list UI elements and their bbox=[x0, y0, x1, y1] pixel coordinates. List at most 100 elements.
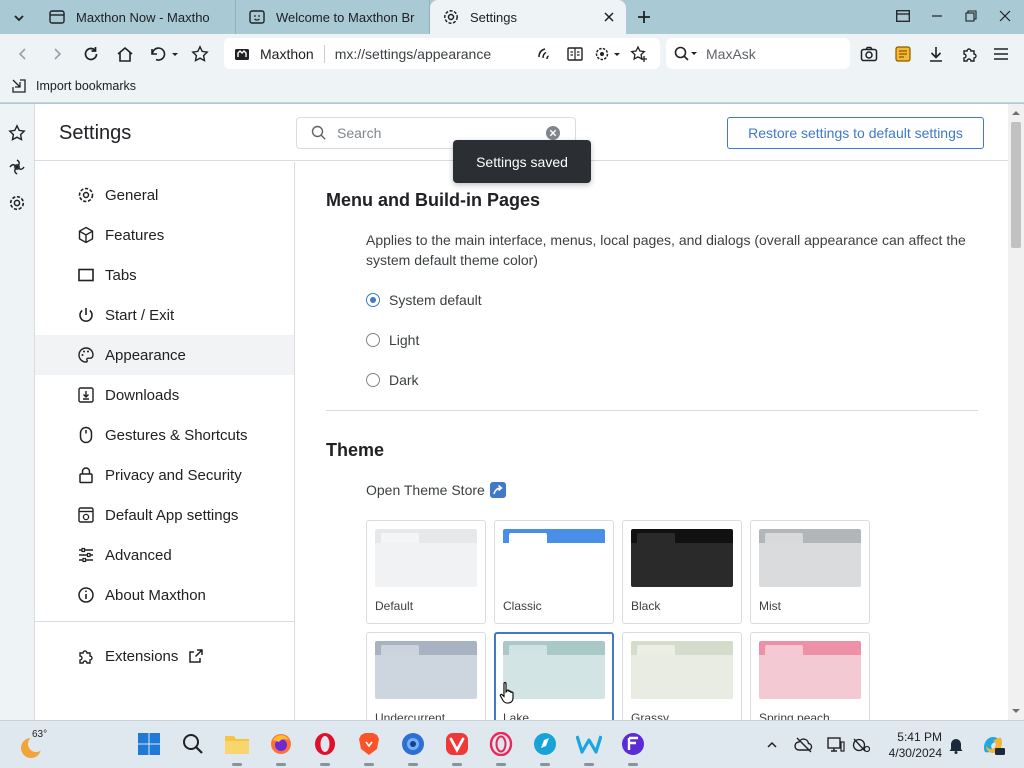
theme-card[interactable]: Classic bbox=[494, 520, 614, 624]
tray-network[interactable] bbox=[851, 735, 871, 755]
nav-item-gestures[interactable]: Gestures & Shortcuts bbox=[35, 415, 294, 455]
nav-item-advanced[interactable]: Advanced bbox=[35, 535, 294, 575]
page-scrollbar[interactable] bbox=[1008, 104, 1024, 720]
puzzle-icon bbox=[963, 48, 977, 62]
weather-widget[interactable]: 63° bbox=[18, 729, 50, 761]
undo-close-button[interactable] bbox=[146, 41, 180, 67]
theme-card[interactable]: Spring peach bbox=[750, 632, 870, 720]
nav-item-default-app[interactable]: Default App settings bbox=[35, 495, 294, 535]
knot-icon bbox=[9, 159, 25, 175]
tab-welcome[interactable]: Welcome to Maxthon Br bbox=[236, 0, 430, 34]
tray-onedrive[interactable] bbox=[794, 735, 814, 755]
nav-item-extensions[interactable]: Extensions bbox=[35, 636, 294, 676]
sidebar-layout-button[interactable] bbox=[888, 4, 918, 28]
chevron-down-icon bbox=[14, 15, 24, 22]
scrollbar-thumb[interactable] bbox=[1011, 122, 1021, 248]
theme-card[interactable]: Mist bbox=[750, 520, 870, 624]
theme-card[interactable]: Default bbox=[366, 520, 486, 624]
restore-button[interactable] bbox=[956, 4, 986, 28]
taskbar-app-w[interactable] bbox=[576, 731, 602, 766]
search-box[interactable]: MaxAsk bbox=[666, 38, 850, 69]
read-aloud-icon[interactable] bbox=[536, 45, 554, 63]
tray-overflow-button[interactable] bbox=[762, 735, 782, 755]
close-tab-button[interactable] bbox=[598, 6, 620, 28]
radio-light[interactable]: Light bbox=[366, 332, 419, 348]
start-button[interactable] bbox=[136, 731, 162, 757]
taskbar-opera[interactable] bbox=[312, 731, 338, 766]
main-menu-button[interactable] bbox=[988, 41, 1014, 67]
nav-item-features[interactable]: Features bbox=[35, 215, 294, 255]
taskbar-opera-gx[interactable] bbox=[488, 731, 514, 766]
notes-button[interactable] bbox=[890, 41, 916, 67]
rail-settings-button[interactable] bbox=[6, 192, 28, 214]
scroll-up-icon[interactable] bbox=[1012, 109, 1020, 117]
import-bookmarks-link[interactable]: Import bookmarks bbox=[12, 79, 136, 93]
window-layout-icon bbox=[896, 10, 910, 22]
nav-item-about[interactable]: About Maxthon bbox=[35, 575, 294, 615]
tab-list-button[interactable] bbox=[4, 6, 34, 30]
running-indicator bbox=[540, 763, 550, 766]
ad-block-icon[interactable] bbox=[594, 45, 622, 63]
address-bar[interactable]: Maxthon mx://settings/appearance bbox=[224, 38, 660, 69]
open-theme-store-link[interactable]: Open Theme Store bbox=[366, 482, 506, 498]
taskbar-search-button[interactable] bbox=[180, 731, 206, 757]
downloads-button[interactable] bbox=[923, 41, 949, 67]
home-button[interactable] bbox=[112, 41, 138, 67]
url-text[interactable]: mx://settings/appearance bbox=[335, 46, 491, 62]
favorite-button[interactable] bbox=[187, 41, 213, 67]
taskbar-brave[interactable] bbox=[356, 731, 382, 766]
nav-item-downloads[interactable]: Downloads bbox=[35, 375, 294, 415]
theme-preview bbox=[375, 641, 477, 699]
theme-store-label: Open Theme Store bbox=[366, 482, 485, 498]
theme-card[interactable]: Grassy bbox=[622, 632, 742, 720]
new-tab-button[interactable] bbox=[632, 5, 656, 29]
nav-item-start-exit[interactable]: Start / Exit bbox=[35, 295, 294, 335]
minimize-button[interactable] bbox=[922, 4, 952, 28]
taskbar-maxthon[interactable] bbox=[400, 731, 426, 766]
nav-item-general[interactable]: General bbox=[35, 175, 294, 215]
reader-mode-icon[interactable] bbox=[566, 45, 584, 63]
tab-settings[interactable]: Settings bbox=[430, 0, 626, 34]
theme-card[interactable]: Undercurrent bbox=[366, 632, 486, 720]
taskbar-firefox[interactable] bbox=[268, 731, 294, 766]
taskbar-file-explorer[interactable] bbox=[224, 731, 250, 766]
close-window-button[interactable] bbox=[990, 4, 1020, 28]
restore-defaults-button[interactable]: Restore settings to default settings bbox=[727, 117, 984, 149]
tab-maxthon-now[interactable]: Maxthon Now - Maxtho bbox=[36, 0, 236, 34]
tabs-icon bbox=[78, 268, 94, 282]
clear-search-icon[interactable] bbox=[545, 125, 561, 141]
theme-name: Undercurrent bbox=[375, 711, 446, 720]
back-button[interactable] bbox=[10, 41, 36, 67]
tray-display[interactable] bbox=[826, 735, 846, 755]
maxthon-logo-icon bbox=[235, 48, 249, 60]
radio-dot bbox=[366, 293, 380, 307]
rail-ai-button[interactable] bbox=[6, 156, 28, 178]
running-indicator bbox=[276, 763, 286, 766]
taskbar-vivaldi[interactable] bbox=[444, 731, 470, 766]
clock-date: 4/30/2024 bbox=[888, 746, 942, 760]
gear-icon bbox=[444, 10, 458, 24]
theme-name: Grassy bbox=[631, 711, 670, 720]
rail-favorites-button[interactable] bbox=[6, 122, 28, 144]
theme-card[interactable]: Black bbox=[622, 520, 742, 624]
taskbar-app-f[interactable] bbox=[620, 731, 646, 766]
forward-button[interactable] bbox=[44, 41, 70, 67]
tray-copilot[interactable] bbox=[980, 735, 1006, 755]
radio-dark[interactable]: Dark bbox=[366, 372, 419, 388]
scroll-down-icon[interactable] bbox=[1012, 707, 1020, 715]
nav-item-label: General bbox=[105, 186, 159, 204]
reload-button[interactable] bbox=[78, 41, 104, 67]
nav-item-label: Tabs bbox=[105, 266, 137, 284]
tray-notifications[interactable] bbox=[946, 735, 966, 755]
taskbar-app-compass[interactable] bbox=[532, 731, 558, 766]
nav-item-tabs[interactable]: Tabs bbox=[35, 255, 294, 295]
extensions-button[interactable] bbox=[957, 41, 983, 67]
theme-card[interactable]: Lake bbox=[494, 632, 614, 720]
taskbar-clock[interactable]: 5:41 PM 4/30/2024 bbox=[880, 729, 942, 761]
add-favorite-icon[interactable] bbox=[630, 44, 648, 63]
nav-item-privacy[interactable]: Privacy and Security bbox=[35, 455, 294, 495]
screenshot-button[interactable] bbox=[856, 41, 882, 67]
radio-system-default[interactable]: System default bbox=[366, 292, 482, 308]
reload-icon bbox=[84, 47, 98, 61]
nav-item-appearance[interactable]: Appearance bbox=[35, 335, 294, 375]
